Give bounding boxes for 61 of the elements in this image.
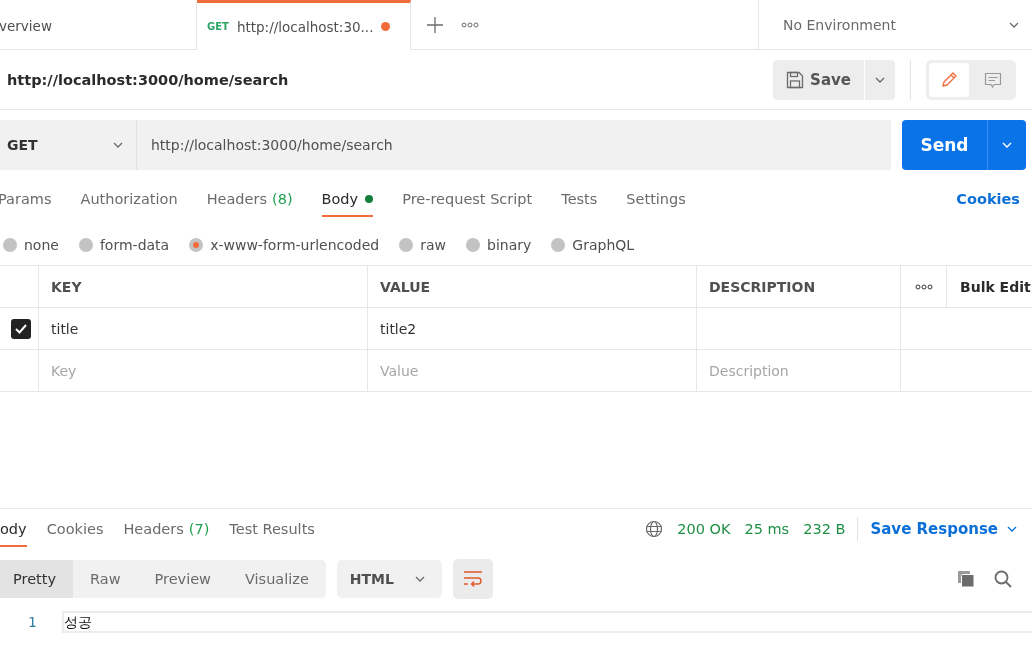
response-tab[interactable]: Test Results bbox=[229, 511, 315, 547]
body-type-option[interactable]: binary bbox=[466, 237, 532, 253]
response-tab[interactable]: Cookies bbox=[46, 511, 104, 547]
edit-mode-button[interactable] bbox=[929, 62, 969, 97]
column-header: DESCRIPTION bbox=[697, 266, 901, 307]
body-type-option[interactable]: x-www-form-urlencoded bbox=[189, 237, 380, 253]
view-tab[interactable]: Pretty bbox=[0, 560, 73, 598]
bulk-edit-button[interactable]: Bulk Edit bbox=[947, 266, 1032, 307]
column-header: VALUE bbox=[368, 266, 697, 307]
response-tab[interactable]: Headers (7) bbox=[123, 511, 210, 547]
response-time: 25 ms bbox=[744, 521, 790, 537]
request-section-tab[interactable]: Pre-request Script bbox=[402, 181, 533, 217]
more-icon bbox=[914, 283, 933, 290]
view-tab[interactable]: Raw bbox=[73, 560, 138, 598]
view-tab[interactable]: Preview bbox=[137, 560, 228, 598]
response-size: 232 B bbox=[803, 521, 846, 537]
description-field[interactable]: Description bbox=[709, 362, 900, 379]
value-field[interactable]: Value bbox=[380, 362, 696, 379]
search-icon bbox=[994, 570, 1012, 588]
wrap-lines-icon bbox=[462, 570, 483, 588]
request-tab[interactable]: GET http://localhost:30... bbox=[197, 0, 411, 50]
save-button[interactable]: Save bbox=[773, 59, 864, 100]
body-type-option[interactable]: GraphQL bbox=[551, 237, 635, 253]
tab-label: http://localhost:30... bbox=[236, 18, 374, 35]
line-number: 1 bbox=[27, 614, 38, 630]
table-cell: title2 bbox=[368, 308, 697, 349]
more-icon bbox=[461, 21, 479, 28]
send-button[interactable]: Send bbox=[902, 120, 987, 170]
request-section-tab[interactable]: Headers (8) bbox=[206, 181, 293, 217]
tab-label: verview bbox=[0, 18, 52, 34]
code-line: 성공 bbox=[62, 611, 1032, 633]
format-dropdown[interactable]: HTML bbox=[336, 560, 442, 598]
request-section-tab[interactable]: Body bbox=[321, 181, 374, 217]
save-response-button[interactable]: Save Response bbox=[870, 520, 1018, 538]
method-label: GET bbox=[207, 21, 229, 32]
view-tab[interactable]: Visualize bbox=[228, 560, 326, 598]
cookies-link[interactable]: Cookies bbox=[956, 191, 1020, 207]
plus-icon bbox=[427, 16, 443, 33]
copy-icon bbox=[957, 570, 975, 588]
request-section-tab[interactable]: Settings bbox=[626, 181, 686, 217]
table-cell: title bbox=[39, 308, 368, 349]
column-header: KEY bbox=[39, 266, 368, 307]
key-field[interactable]: Key bbox=[51, 362, 367, 379]
checkbox[interactable] bbox=[11, 318, 31, 339]
request-section-tab[interactable]: Tests bbox=[561, 181, 598, 217]
body-type-option[interactable]: raw bbox=[399, 237, 447, 253]
pencil-icon bbox=[940, 70, 958, 89]
method-dropdown[interactable]: GET bbox=[0, 120, 137, 170]
globe-icon bbox=[645, 520, 664, 538]
url-field[interactable]: http://localhost:3000/home/search bbox=[137, 120, 891, 170]
body-type-option[interactable]: form-data bbox=[78, 237, 170, 253]
status-code: 200 OK bbox=[677, 521, 731, 537]
save-options-button[interactable] bbox=[865, 59, 895, 100]
request-section-tab[interactable]: Params bbox=[0, 181, 52, 217]
environment-selector[interactable]: No Environment bbox=[758, 0, 1032, 49]
body-type-option[interactable]: none bbox=[3, 237, 59, 253]
response-tab[interactable]: ody bbox=[0, 511, 27, 547]
request-title: http://localhost:3000/home/search bbox=[6, 71, 289, 88]
request-section-tab[interactable]: Authorization bbox=[80, 181, 178, 217]
wrap-lines-button[interactable] bbox=[452, 559, 493, 599]
comment-icon bbox=[984, 70, 1002, 89]
